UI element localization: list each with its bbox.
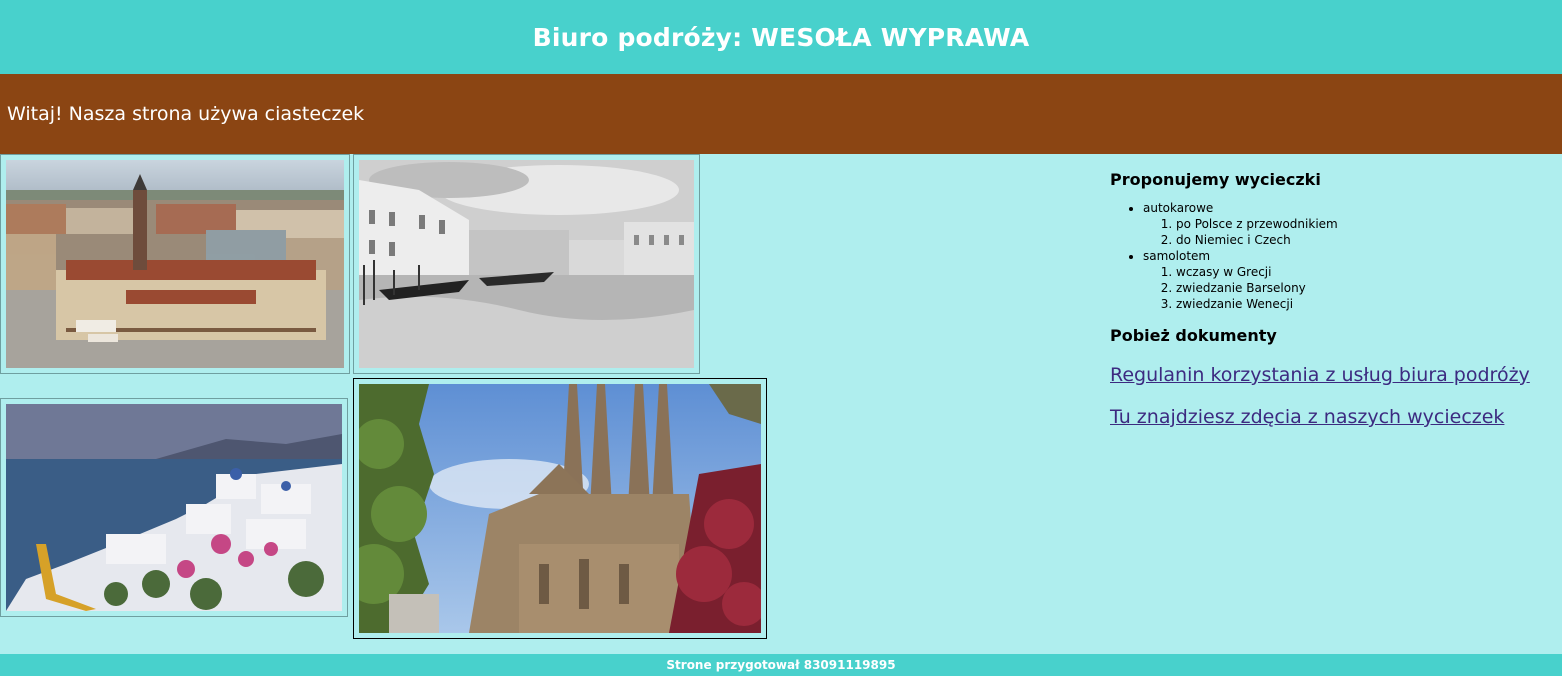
documents-heading: Pobież dokumenty — [1110, 326, 1277, 345]
trips-list: autokarowe po Polsce z przewodnikiem do … — [1110, 200, 1550, 312]
sagrada-familia-photo — [353, 378, 767, 639]
rules-link[interactable]: Regulanin korzystania z usług biura podr… — [1110, 364, 1550, 386]
list-item: po Polsce z przewodnikiem — [1176, 216, 1550, 232]
krakow-market-square-photo — [0, 154, 350, 374]
trips-heading: Proponujemy wycieczki — [1110, 170, 1321, 189]
page-title: Biuro podróży: WESOŁA WYPRAWA — [532, 22, 1030, 52]
santorini-photo — [0, 398, 348, 617]
list-item: zwiedzanie Wenecji — [1176, 296, 1550, 312]
cookie-message: Witaj! Nasza strona używa ciasteczek — [7, 103, 365, 125]
sidebar: Proponujemy wycieczki autokarowe po Pols… — [1110, 154, 1550, 428]
page-footer: Strone przygotował 83091119895 — [0, 654, 1562, 676]
list-item: zwiedzanie Barselony — [1176, 280, 1550, 296]
trip-photos-link[interactable]: Tu znajdziesz zdęcia z naszych wycieczek — [1110, 406, 1550, 428]
list-item: samolotem wczasy w Grecji zwiedzanie Bar… — [1143, 248, 1550, 312]
trip-category-plane: samolotem — [1143, 249, 1211, 263]
page-header: Biuro podróży: WESOŁA WYPRAWA — [0, 0, 1562, 74]
cookie-banner: Witaj! Nasza strona używa ciasteczek — [0, 74, 1562, 154]
list-item: do Niemiec i Czech — [1176, 232, 1550, 248]
plane-trips-list: wczasy w Grecji zwiedzanie Barselony zwi… — [1143, 264, 1550, 312]
bus-trips-list: po Polsce z przewodnikiem do Niemiec i C… — [1143, 216, 1550, 248]
trip-category-bus: autokarowe — [1143, 201, 1214, 215]
footer-author: Strone przygotował 83091119895 — [666, 658, 896, 672]
venice-canal-photo — [353, 154, 700, 374]
main-content: Proponujemy wycieczki autokarowe po Pols… — [0, 154, 1562, 654]
list-item: autokarowe po Polsce z przewodnikiem do … — [1143, 200, 1550, 248]
list-item: wczasy w Grecji — [1176, 264, 1550, 280]
